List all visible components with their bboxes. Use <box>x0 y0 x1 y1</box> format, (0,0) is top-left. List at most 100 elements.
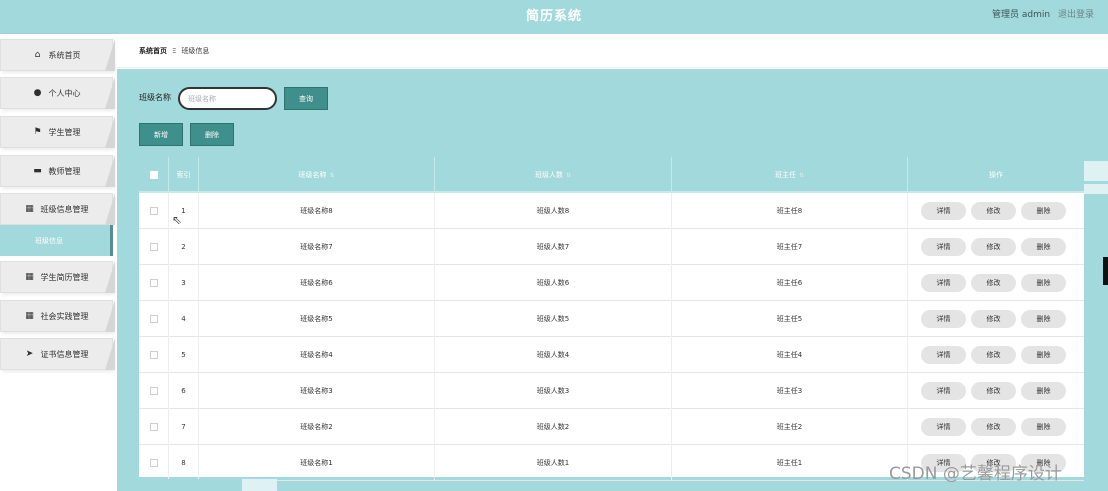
row-delete-button[interactable]: 删除 <box>1021 274 1066 292</box>
breadcrumb-home[interactable]: 系统首页 <box>139 46 167 56</box>
row-class-count: 班级人数7 <box>435 229 672 265</box>
select-all-checkbox[interactable] <box>149 171 158 179</box>
detail-button[interactable]: 详情 <box>921 202 966 220</box>
sidebar-item-profile[interactable]: ● 个人中心 <box>0 77 115 109</box>
row-class-name: 班级名称8 <box>199 193 435 229</box>
row-head-teacher: 班主任8 <box>672 193 908 229</box>
row-head-teacher: 班主任4 <box>672 337 908 373</box>
row-class-name: 班级名称4 <box>199 337 435 373</box>
search-label: 班级名称 <box>139 93 171 102</box>
row-select-cell <box>139 193 169 229</box>
edit-button[interactable]: 修改 <box>971 382 1016 400</box>
edit-button[interactable]: 修改 <box>971 346 1016 364</box>
row-head-teacher: 班主任7 <box>672 229 908 265</box>
user-icon: ● <box>33 88 42 98</box>
row-select-cell <box>139 337 169 373</box>
row-class-name: 班级名称6 <box>199 265 435 301</box>
table-row: 7 班级名称2 班级人数2 班主任2 详情 修改 删除 <box>139 409 1084 445</box>
row-checkbox[interactable] <box>149 243 158 251</box>
breadcrumb-current: 班级信息 <box>181 46 210 55</box>
row-index: 6 <box>169 373 199 409</box>
header-class-name-label: 班级名称 <box>298 171 327 179</box>
edit-button[interactable]: 修改 <box>971 274 1016 292</box>
header-select-cell <box>139 157 169 193</box>
mouse-cursor-icon: ⇖ <box>172 213 183 227</box>
edit-button[interactable]: 修改 <box>971 202 1016 220</box>
user-label: 管理员 admin <box>992 10 1051 20</box>
table-row: 1 班级名称8 班级人数8 班主任8 详情 修改 删除 <box>139 193 1084 229</box>
header-class-name[interactable]: 班级名称 ⇅ <box>199 157 435 193</box>
edit-button[interactable]: 修改 <box>971 238 1016 256</box>
header-class-count[interactable]: 班级人数 ⇅ <box>435 157 672 193</box>
row-class-count: 班级人数5 <box>435 301 672 337</box>
edit-button[interactable]: 修改 <box>971 310 1016 328</box>
send-icon: ➤ <box>25 349 34 359</box>
row-index: 7 <box>169 409 199 445</box>
header-head-teacher-label: 班主任 <box>774 171 796 179</box>
row-checkbox[interactable] <box>149 279 158 287</box>
row-delete-button[interactable]: 删除 <box>1021 382 1066 400</box>
sidebar-item-resumes[interactable]: ▦ 学生简历管理 <box>0 261 115 293</box>
header-index-label: 索引 <box>176 171 191 179</box>
table-row: 3 班级名称6 班级人数6 班主任6 详情 修改 删除 <box>139 265 1084 301</box>
detail-button[interactable]: 详情 <box>921 346 966 364</box>
app-title: 简历系统 <box>525 9 582 24</box>
logout-link[interactable]: 退出登录 <box>1058 10 1094 20</box>
scrollbar-thumb[interactable] <box>1103 257 1108 285</box>
sidebar-item-teachers[interactable]: ▬ 教师管理 <box>0 155 115 187</box>
row-checkbox[interactable] <box>149 387 158 395</box>
detail-button[interactable]: 详情 <box>921 310 966 328</box>
add-button[interactable]: 新增 <box>139 123 183 146</box>
row-head-teacher: 班主任1 <box>672 445 908 481</box>
row-checkbox[interactable] <box>149 459 158 467</box>
row-checkbox[interactable] <box>149 315 158 323</box>
top-bar: 简历系统 管理员 admin 退出登录 <box>0 0 1108 34</box>
panel-bottom-decoration <box>242 479 277 491</box>
sidebar-item-home[interactable]: ⌂ 系统首页 <box>0 39 115 71</box>
detail-button[interactable]: 详情 <box>921 418 966 436</box>
row-class-count: 班级人数8 <box>435 193 672 229</box>
row-class-count: 班级人数1 <box>435 445 672 481</box>
row-checkbox[interactable] <box>149 207 158 215</box>
sidebar-subitem-class-info[interactable]: 班级信息 <box>0 225 113 256</box>
edit-button[interactable]: 修改 <box>971 418 1016 436</box>
sidebar-item-certificates[interactable]: ➤ 证书信息管理 <box>0 338 115 370</box>
detail-button[interactable]: 详情 <box>921 238 966 256</box>
table-row: 4 班级名称5 班级人数5 班主任5 详情 修改 删除 <box>139 301 1084 337</box>
row-delete-button[interactable]: 删除 <box>1021 346 1066 364</box>
home-icon: ⌂ <box>34 50 41 60</box>
row-class-count: 班级人数6 <box>435 265 672 301</box>
row-index: 4 <box>169 301 199 337</box>
sidebar-item-practice[interactable]: ▦ 社会实践管理 <box>0 300 115 332</box>
search-input[interactable] <box>178 87 277 110</box>
row-delete-button[interactable]: 删除 <box>1021 418 1066 436</box>
delete-button[interactable]: 删除 <box>190 123 234 146</box>
row-checkbox[interactable] <box>149 423 158 431</box>
sidebar-item-label: 证书信息管理 <box>40 349 89 359</box>
sidebar-item-label: 班级信息管理 <box>40 204 89 214</box>
row-index: 2 <box>169 229 199 265</box>
row-checkbox[interactable] <box>149 351 158 359</box>
grid-icon: ▦ <box>25 204 34 214</box>
detail-button[interactable]: 详情 <box>921 382 966 400</box>
panel-edge-decoration <box>1084 161 1108 181</box>
query-button[interactable]: 查询 <box>284 87 328 110</box>
row-delete-button[interactable]: 删除 <box>1021 238 1066 256</box>
sidebar-item-students[interactable]: ⚑ 学生管理 <box>0 116 115 148</box>
header-head-teacher[interactable]: 班主任 ⇅ <box>672 157 908 193</box>
row-class-name: 班级名称1 <box>199 445 435 481</box>
detail-button[interactable]: 详情 <box>921 274 966 292</box>
user-area: 管理员 admin 退出登录 <box>992 0 1094 30</box>
row-head-teacher: 班主任2 <box>672 409 908 445</box>
sidebar-item-class-info[interactable]: ▦ 班级信息管理 <box>0 193 115 225</box>
row-delete-button[interactable]: 删除 <box>1021 310 1066 328</box>
row-select-cell <box>139 409 169 445</box>
data-table: 索引 班级名称 ⇅ 班级人数 ⇅ 班主任 ⇅ 操作 1 班级名称8 班级人数8 班主任… <box>139 157 1084 481</box>
sidebar-item-label: 个人中心 <box>48 88 81 98</box>
chat-icon: ▬ <box>33 166 42 176</box>
panel-edge-decoration <box>1084 184 1108 194</box>
row-select-cell <box>139 373 169 409</box>
row-class-name: 班级名称3 <box>199 373 435 409</box>
row-index: 8 <box>169 445 199 481</box>
row-delete-button[interactable]: 删除 <box>1021 202 1066 220</box>
